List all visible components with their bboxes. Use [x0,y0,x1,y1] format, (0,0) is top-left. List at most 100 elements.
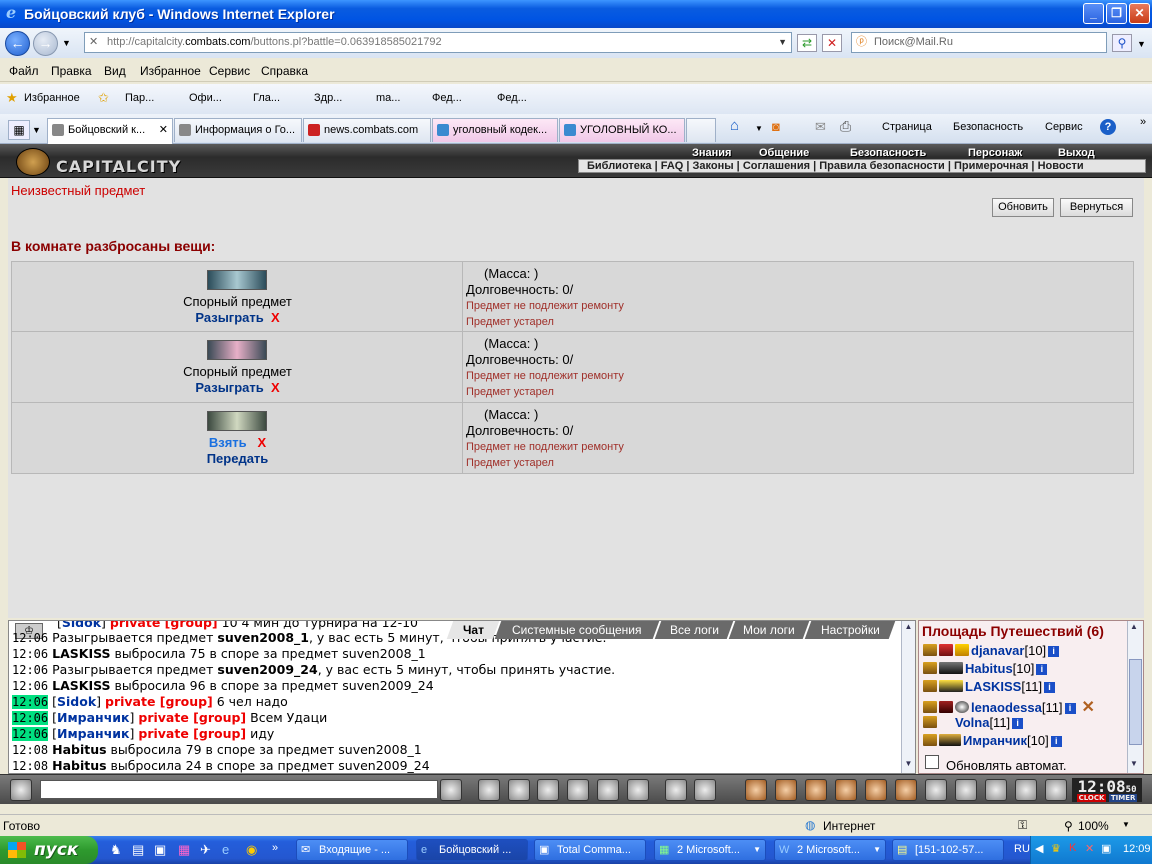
tray-icon-2[interactable]: K [1069,842,1076,854]
private-message-icon[interactable] [923,701,937,713]
nav-knowledge[interactable]: Знания [692,147,731,159]
info-icon[interactable]: i [1048,646,1060,657]
tab-chat[interactable]: Чат [446,621,500,639]
tool-icon-1[interactable] [745,779,767,801]
timer-label[interactable]: TIMER [1108,794,1138,802]
private-tag[interactable]: private [group] [138,726,246,741]
back-button[interactable]: Вернуться [1060,198,1133,217]
exit-icon[interactable] [1045,779,1067,801]
task-combats[interactable]: e Бойцовский ... [416,839,528,861]
tool-icon-6[interactable] [895,779,917,801]
feeds-icon[interactable]: ◙ [772,119,780,134]
chat-nick[interactable]: LASKISS [52,646,110,661]
task-inbox[interactable]: ✉ Входящие - ... [296,839,408,861]
translit-icon[interactable] [597,779,619,801]
info-icon[interactable]: i [1044,682,1056,693]
tool-icon-2[interactable] [775,779,797,801]
nav-exit[interactable]: Выход [1058,147,1095,159]
auto-refresh-checkbox[interactable] [925,755,939,769]
taskbar-clock[interactable]: 12:09 [1123,843,1151,855]
more-icon[interactable]: » [1140,116,1146,128]
window-title-bar[interactable]: e Бойцовский клуб - Windows Internet Exp… [0,0,1152,28]
player-row[interactable]: Habitus[10] i [923,661,1048,676]
flag-icon[interactable] [1015,779,1037,801]
chat-time[interactable]: 12:06 [12,679,48,693]
add-favorite-icon[interactable]: ✩ [98,90,109,106]
chat-time[interactable]: 12:06 [12,695,49,709]
discard-icon[interactable]: X [257,435,266,450]
fav-link-3[interactable]: Гла... [253,92,280,104]
scroll-up-icon[interactable]: ▲ [903,622,914,634]
quicklaunch-ie-icon[interactable]: e [222,842,229,857]
clear-icon[interactable] [478,779,500,801]
refresh-icon[interactable]: ⇄ [797,34,817,52]
chat-time[interactable]: 12:06 [12,663,48,677]
info-icon[interactable]: i [1064,703,1076,714]
tab-info[interactable]: Информация о Го... [174,118,302,142]
save-icon[interactable] [537,779,559,801]
quicklaunch-icon-4[interactable]: ▦ [178,842,190,858]
tray-collapse-icon[interactable]: ◀ [1035,842,1043,855]
zoom-dropdown-icon[interactable]: ▼ [1122,820,1130,829]
print-icon[interactable]: ⎙ [840,118,851,135]
chat-nick[interactable]: Sidok [57,694,96,709]
menu-favorites[interactable]: Избранное [140,64,201,78]
tab-my-logs[interactable]: Мои логи [728,621,810,639]
quicklaunch-more-icon[interactable]: » [272,842,278,854]
refresh-button[interactable]: Обновить [992,198,1054,217]
fav-link-4[interactable]: Здр... [314,92,342,104]
tool-icon-3[interactable] [805,779,827,801]
forward-button[interactable]: → [33,31,58,56]
private-message-icon[interactable] [923,644,937,656]
zoom-level[interactable]: 100% [1078,819,1109,833]
player-name[interactable]: Volna [955,715,989,730]
item-image[interactable] [207,270,267,290]
security-zone[interactable]: Интернет [823,819,875,833]
menu-edit[interactable]: Правка [51,64,92,78]
page-menu[interactable]: Страница [882,121,932,133]
chat-time[interactable]: 12:06 [12,711,49,725]
home-dropdown-icon[interactable]: ▼ [755,124,763,133]
mail-icon[interactable]: ✉ [815,119,826,135]
chat-nick[interactable]: Habitus [52,758,106,773]
item-image[interactable] [207,340,267,360]
game-sub-nav[interactable]: Библиотека | FAQ | Законы | Соглашения |… [578,159,1146,173]
scroll-down-icon[interactable]: ▼ [903,759,914,771]
player-name[interactable]: djanavar [971,643,1024,658]
player-row[interactable]: lenaodessa[11] i ✕ [923,697,1095,717]
tab-combats[interactable]: Бойцовский к... ✕ [47,118,173,144]
private-message-icon[interactable] [923,734,937,746]
close-tab-icon[interactable]: ✕ [159,119,168,141]
chat-time[interactable]: 12:06 [12,631,48,645]
player-name[interactable]: Habitus [965,661,1013,676]
tray-icon-3[interactable]: ✕ [1085,842,1094,855]
maximize-button[interactable]: ❐ [1106,3,1127,24]
filter-icon[interactable] [508,779,530,801]
task-excel[interactable]: ▦ 2 Microsoft... ▼ [654,839,766,861]
tray-network-icon[interactable]: ▣ [1101,842,1111,855]
tool-icon-7[interactable] [925,779,947,801]
new-tab-button[interactable] [686,118,716,142]
play-off-link[interactable]: Разыграть [195,310,263,325]
sound-icon[interactable] [627,779,649,801]
tool-icon-5[interactable] [865,779,887,801]
private-message-icon[interactable] [923,716,937,728]
give-link[interactable]: Передать [12,451,463,466]
walk-icon[interactable] [567,779,589,801]
private-tag[interactable]: private [group] [138,710,246,725]
players-scrollbar[interactable]: ▲ ▼ [1127,621,1143,773]
player-row[interactable]: LASKISS[11] i [923,679,1056,694]
fav-link-7[interactable]: Фед... [497,92,527,104]
item-image[interactable] [207,411,267,431]
private-message-icon[interactable] [923,680,937,692]
close-button[interactable]: ✕ [1129,3,1150,24]
home-icon[interactable]: ⌂ [730,117,739,134]
menu-help[interactable]: Справка [261,64,308,78]
quick-tabs-icon[interactable]: ▦ [8,120,30,140]
back-button[interactable]: ← [5,31,30,56]
minimize-button[interactable]: _ [1083,3,1104,24]
history-dropdown-icon[interactable]: ▼ [62,38,71,48]
fav-link-2[interactable]: Офи... [189,92,222,104]
chat-time[interactable]: 12:08 [12,743,48,757]
search-input[interactable]: ⓟ Поиск@Mail.Ru [851,32,1107,53]
